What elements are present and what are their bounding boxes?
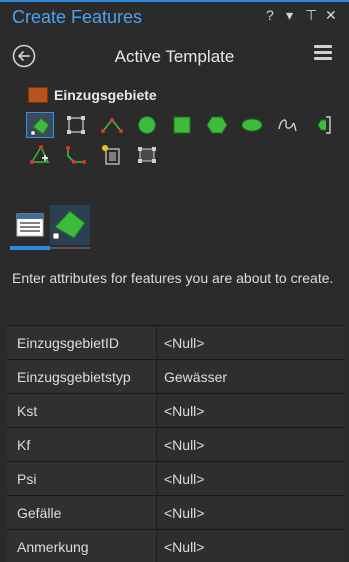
attribute-name: Einzugsgebietstyp <box>17 369 131 385</box>
table-row: Anmerkung <Null> <box>7 530 344 562</box>
attribute-name: EinzugsgebietID <box>17 335 119 351</box>
attribute-name: Psi <box>17 471 37 487</box>
instructions-text: Enter attributes for features you are ab… <box>12 270 334 286</box>
template-swatch <box>28 87 48 103</box>
help-icon[interactable]: ? <box>266 6 274 24</box>
table-row: Gefälle <Null> <box>7 496 344 530</box>
right-angle-tool-icon[interactable] <box>26 142 54 168</box>
table-row: Psi <Null> <box>7 462 344 496</box>
trace-tool-icon[interactable] <box>308 112 336 138</box>
geometry-tab[interactable] <box>50 205 90 245</box>
ellipse-tool-icon[interactable] <box>238 112 266 138</box>
mode-tab-indicator <box>10 246 50 250</box>
pane-header: Create Features ? ▾ ⊥ ✕ <box>0 2 349 32</box>
pin-icon[interactable]: ⊥ <box>305 6 317 24</box>
attribute-name: Anmerkung <box>17 539 89 555</box>
template-name: Einzugsgebiete <box>54 87 157 103</box>
table-icon <box>16 213 44 237</box>
attribute-value-field[interactable]: <Null> <box>156 462 344 495</box>
attributes-tab[interactable] <box>10 205 50 245</box>
template-bar: Active Template <box>0 36 349 76</box>
table-row: Kst <Null> <box>7 394 344 428</box>
chevron-down-icon[interactable]: ▾ <box>286 6 293 24</box>
table-row: Einzugsgebietstyp Gewässer <box>7 360 344 394</box>
select-tool-icon[interactable] <box>133 142 161 168</box>
circle-tool-icon[interactable] <box>133 112 161 138</box>
square-tool-icon[interactable] <box>168 112 196 138</box>
attribute-value-field[interactable]: Gewässer <box>156 360 344 393</box>
attribute-name: Kf <box>17 437 31 453</box>
table-row: Kf <Null> <box>7 428 344 462</box>
freehand-tool-icon[interactable] <box>273 112 301 138</box>
triangle-tool-icon[interactable] <box>98 112 126 138</box>
attribute-table: EinzugsgebietID <Null> Einzugsgebietstyp Ge… <box>7 325 344 562</box>
close-icon[interactable]: ✕ <box>325 6 337 24</box>
attribute-value-field[interactable]: <Null> <box>156 428 344 461</box>
polygon-icon <box>52 210 86 240</box>
attribute-value-field[interactable]: <Null> <box>156 530 344 562</box>
autocomplete-tool-icon[interactable] <box>62 142 90 168</box>
active-template-title: Active Template <box>114 47 235 66</box>
attribute-value-field[interactable]: <Null> <box>156 496 344 529</box>
hamburger-menu-icon[interactable] <box>314 45 332 61</box>
attribute-value-field[interactable]: <Null> <box>156 394 344 427</box>
attribute-value-field[interactable]: <Null> <box>156 326 344 359</box>
pane-title: Create Features <box>12 7 143 27</box>
attribute-name: Gefälle <box>17 505 62 521</box>
polygon-tool-icon[interactable] <box>26 112 54 138</box>
attribute-name: Kst <box>17 403 38 419</box>
split-tool-icon[interactable] <box>98 142 126 168</box>
table-row: EinzugsgebietID <Null> <box>7 326 344 360</box>
rectangle-vertices-tool-icon[interactable] <box>62 112 90 138</box>
hexagon-tool-icon[interactable] <box>203 112 231 138</box>
mode-tabs <box>10 205 90 251</box>
